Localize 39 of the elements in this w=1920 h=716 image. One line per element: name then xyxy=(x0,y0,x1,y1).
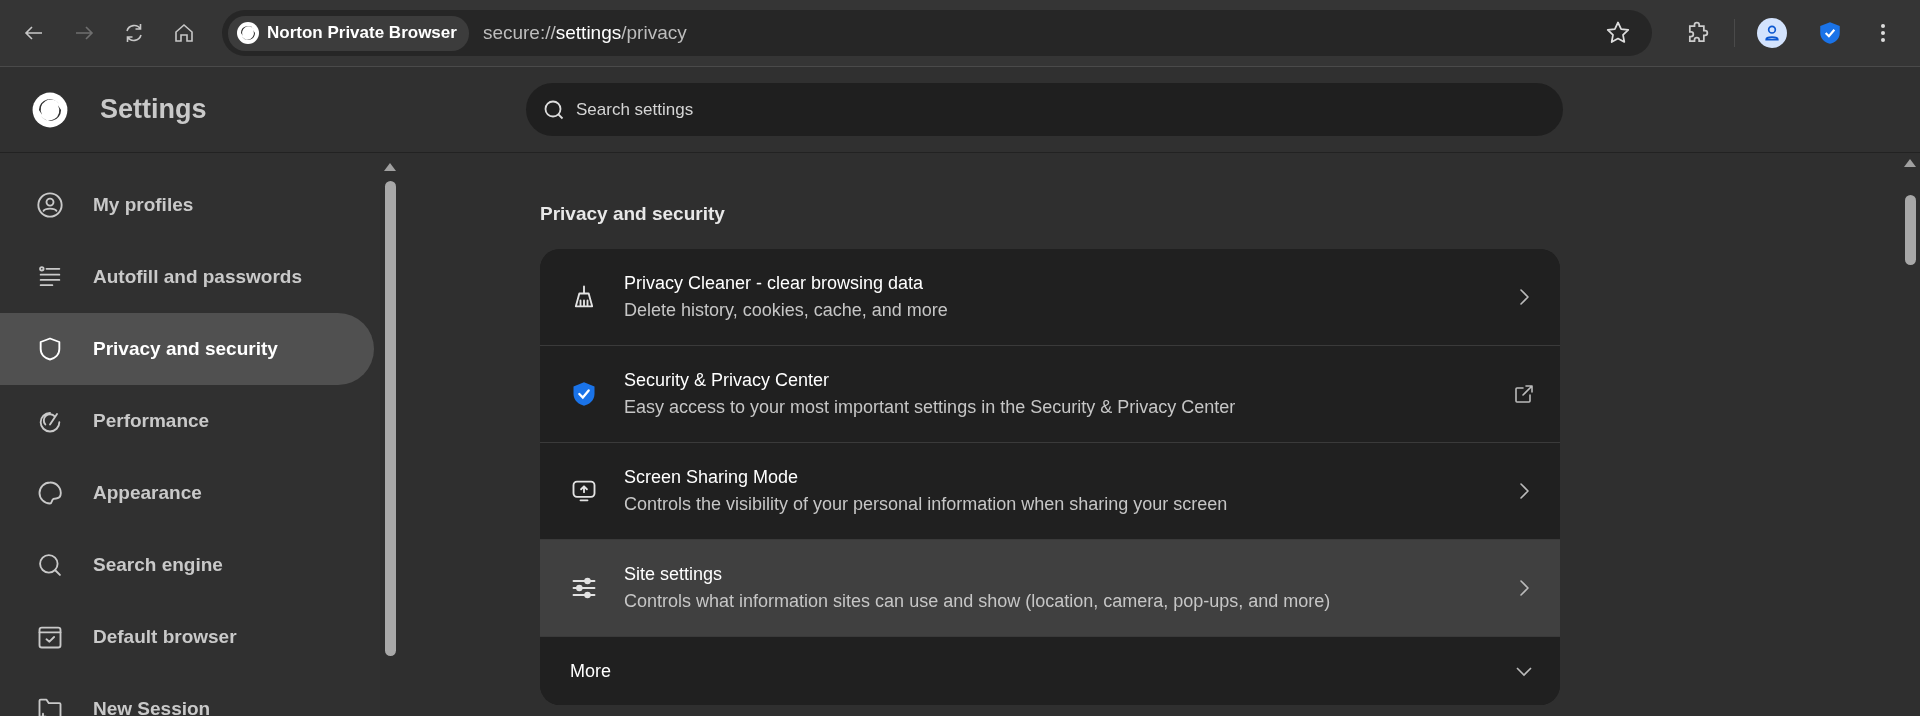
logo-icon xyxy=(31,90,69,129)
section-title: Privacy and security xyxy=(540,203,726,225)
scrollbar-thumb[interactable] xyxy=(384,181,396,656)
sidebar-item[interactable]: My profiles xyxy=(0,169,374,241)
settings-row[interactable]: Site settings Controls what information sites can use and show (location, camera, pop-ups, and more) xyxy=(540,540,1560,637)
sidebar-item[interactable]: Appearance xyxy=(0,457,374,529)
address-bar[interactable]: Norton Private Browser secure://settings/privacy xyxy=(222,10,1652,56)
row-description: Controls what information sites can use and show (location, camera, pop-ups, and more) xyxy=(624,591,1332,612)
logo-icon xyxy=(236,21,260,45)
sidebar-item[interactable]: Privacy and security xyxy=(0,313,374,385)
row-description: Controls the visibility of your personal information when sharing your screen xyxy=(624,494,1229,515)
sidebar-item[interactable]: Search engine xyxy=(0,529,374,601)
sidebar-item[interactable]: Performance xyxy=(0,385,374,457)
search-field[interactable]: Search settings xyxy=(526,83,1563,136)
person-icon xyxy=(36,191,64,219)
search-icon xyxy=(36,551,64,579)
settings-row[interactable]: Privacy Cleaner - clear browsing data Delete history, cookies, cache, and more xyxy=(540,249,1560,346)
sidebar-item[interactable]: Default browser xyxy=(0,601,374,673)
external-link-icon xyxy=(1512,382,1536,406)
scrollbar-thumb[interactable] xyxy=(1904,195,1916,265)
sidebar-item[interactable]: New Session xyxy=(0,673,374,716)
row-title: Site settings xyxy=(624,564,724,585)
row-title: Privacy Cleaner - clear browsing data xyxy=(624,273,925,294)
home-icon xyxy=(172,21,196,45)
scroll-up-icon[interactable] xyxy=(384,163,396,171)
site-chip-label: Norton Private Browser xyxy=(267,23,457,43)
row-description: Delete history, cookies, cache, and more xyxy=(624,300,949,321)
scroll-up-icon[interactable] xyxy=(1904,159,1916,167)
site-chip[interactable]: Norton Private Browser xyxy=(228,15,469,51)
palette-icon xyxy=(36,479,64,507)
settings-title: Settings xyxy=(100,94,208,125)
row-title: Security & Privacy Center xyxy=(624,370,831,391)
row-title: Screen Sharing Mode xyxy=(624,467,800,488)
row-description: Easy access to your most important settings in the Security & Privacy Center xyxy=(624,397,1237,418)
sidebar-item[interactable]: Autofill and passwords xyxy=(0,241,374,313)
url-text: secure://settings/privacy xyxy=(482,22,688,44)
profile-avatar[interactable] xyxy=(1757,18,1787,48)
shield-check-icon[interactable] xyxy=(1817,20,1843,46)
search-icon xyxy=(542,98,566,122)
